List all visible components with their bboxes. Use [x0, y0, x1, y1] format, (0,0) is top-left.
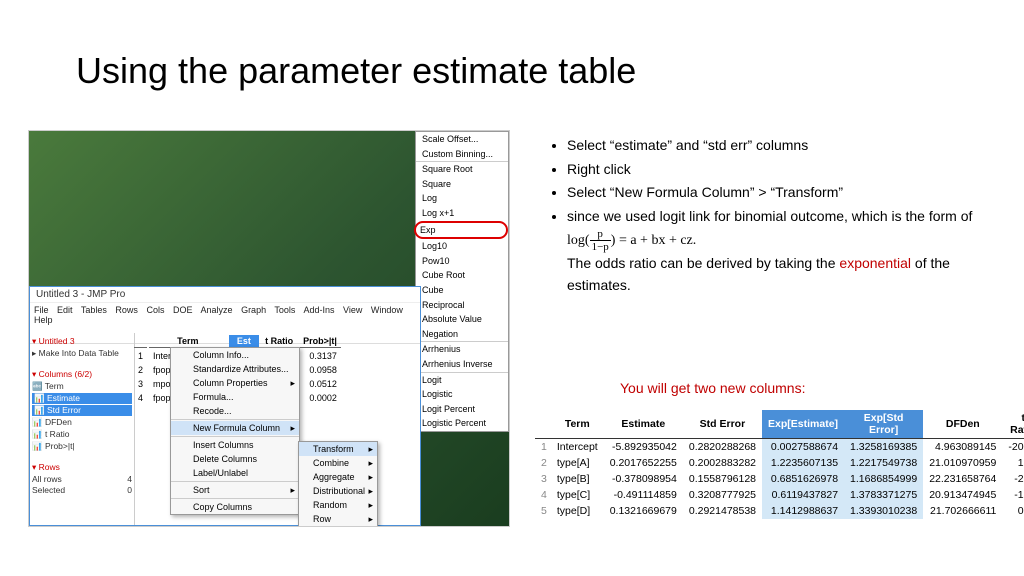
menu-file[interactable]: File [34, 305, 49, 315]
bullet-2: Right click [567, 159, 995, 181]
sub-combine[interactable]: Combine [299, 456, 377, 470]
menu-square[interactable]: Square [416, 177, 508, 192]
formula: log(p1−p) = a + bx + cz. [567, 233, 696, 248]
sub-row[interactable]: Row [299, 512, 377, 526]
col-dfden[interactable]: 📊 DFDen [32, 417, 132, 428]
result-row: 5type[D]0.13216696790.29214785381.141298… [535, 503, 1024, 519]
ctx-column-props[interactable]: Column Properties [171, 376, 299, 390]
menu-help[interactable]: Help [34, 315, 53, 325]
ctx-column-info[interactable]: Column Info... [171, 348, 299, 362]
result-row: 3type[B]-0.3780989540.15587961280.685162… [535, 471, 1024, 487]
exponential-highlight: exponential [839, 255, 911, 271]
ctx-copy-cols[interactable]: Copy Columns [171, 500, 299, 514]
menubar[interactable]: File Edit Tables Rows Cols DOE Analyze G… [30, 303, 420, 327]
col-tratio[interactable]: 📊 t Ratio [32, 429, 132, 440]
ctx-sort[interactable]: Sort [171, 483, 299, 497]
rhdr-term: Term [551, 410, 604, 439]
nfc-submenu[interactable]: Transform Combine Aggregate Distribution… [298, 441, 378, 527]
ctx-insert-cols[interactable]: Insert Columns [171, 438, 299, 452]
rhdr-estimate: Estimate [604, 410, 683, 439]
menu-arrhenius[interactable]: Arrhenius [416, 342, 508, 357]
sub-random[interactable]: Random [299, 498, 377, 512]
ctx-formula[interactable]: Formula... [171, 390, 299, 404]
hdr-blank [134, 335, 147, 348]
sub-aggregate[interactable]: Aggregate [299, 470, 377, 484]
menu-logistic[interactable]: Logistic [416, 387, 508, 402]
menu-logx1[interactable]: Log x+1 [416, 206, 508, 221]
ctx-standardize[interactable]: Standardize Attributes... [171, 362, 299, 376]
menu-cube[interactable]: Cube [416, 283, 508, 298]
menu-logit[interactable]: Logit [416, 373, 508, 388]
col-stderr-selected[interactable]: 📊 Std Error [32, 405, 132, 416]
result-row: 2type[A]0.20176522550.20028832821.223560… [535, 455, 1024, 471]
col-term[interactable]: 🔤 Term [32, 381, 132, 392]
menu-tools[interactable]: Tools [274, 305, 295, 315]
panel-allrows: All rows 4 [32, 474, 132, 484]
rhdr-expest: Exp[Estimate] [762, 410, 844, 439]
hdr-probt: Prob>|t| [299, 335, 341, 348]
menu-tables[interactable]: Tables [81, 305, 107, 315]
panel-untitled[interactable]: ▾ Untitled 3 [32, 336, 132, 347]
rhdr-tratio: t Ratio [1002, 410, 1024, 439]
panel-selected: Selected 0 [32, 485, 132, 495]
menu-reciprocal[interactable]: Reciprocal [416, 298, 508, 313]
menu-view[interactable]: View [343, 305, 362, 315]
bullet-1: Select “estimate” and “std err” columns [567, 135, 995, 157]
result-row: 1Intercept-5.8929350420.28202882680.0027… [535, 439, 1024, 456]
menu-negation[interactable]: Negation [416, 327, 508, 342]
menu-rows[interactable]: Rows [115, 305, 138, 315]
menu-doe[interactable]: DOE [173, 305, 193, 315]
sub-distributional[interactable]: Distributional [299, 484, 377, 498]
ctx-new-formula-column[interactable]: New Formula Column [171, 421, 299, 435]
col-estimate-selected[interactable]: 📊 Estimate [32, 393, 132, 404]
menu-log10[interactable]: Log10 [416, 239, 508, 254]
menu-exp-highlighted[interactable]: Exp [414, 221, 508, 240]
left-panel: ▾ Untitled 3 ▸ Make Into Data Table ▾ Co… [30, 333, 135, 525]
result-table: Term Estimate Std Error Exp[Estimate] Ex… [535, 410, 1024, 519]
jmp-screenshot: Scale Offset... Custom Binning... Square… [28, 130, 510, 527]
col-probt[interactable]: 📊 Prob>|t| [32, 441, 132, 452]
instruction-bullets: Select “estimate” and “std err” columns … [545, 135, 995, 298]
window-title: Untitled 3 - JMP Pro [30, 287, 420, 303]
panel-columns[interactable]: ▾ Columns (6/2) [32, 369, 132, 380]
context-menu[interactable]: Column Info... Standardize Attributes...… [170, 347, 300, 515]
jmp-window: Untitled 3 - JMP Pro File Edit Tables Ro… [29, 286, 421, 526]
ctx-recode[interactable]: Recode... [171, 404, 299, 418]
menu-logit-pct[interactable]: Logit Percent [416, 402, 508, 417]
menu-window[interactable]: Window [371, 305, 403, 315]
result-row: 4type[C]-0.4911148590.32087779250.611943… [535, 487, 1024, 503]
menu-graph[interactable]: Graph [241, 305, 266, 315]
sub-groupby[interactable]: Group By [299, 526, 377, 527]
rhdr-stderr: Std Error [683, 410, 762, 439]
menu-sqrt[interactable]: Square Root [416, 162, 508, 177]
menu-logistic-pct[interactable]: Logistic Percent [416, 416, 508, 431]
menu-abs[interactable]: Absolute Value [416, 312, 508, 327]
menu-log[interactable]: Log [416, 191, 508, 206]
bullet-4: since we used logit link for binomial ou… [567, 206, 995, 296]
menu-pow10[interactable]: Pow10 [416, 254, 508, 269]
bullet-3: Select “New Formula Column” > “Transform… [567, 182, 995, 204]
sub-transform[interactable]: Transform [299, 442, 377, 456]
menu-scale-offset[interactable]: Scale Offset... [416, 132, 508, 147]
slide-title: Using the parameter estimate table [76, 50, 636, 92]
ctx-label[interactable]: Label/Unlabel [171, 466, 299, 480]
menu-custom-binning[interactable]: Custom Binning... [416, 147, 508, 162]
menu-arrhenius-inv[interactable]: Arrhenius Inverse [416, 357, 508, 372]
rhdr-dfden: DFDen [923, 410, 1002, 439]
menu-addins[interactable]: Add-Ins [303, 305, 334, 315]
rhdr-blank [535, 410, 551, 439]
transform-submenu[interactable]: Scale Offset... Custom Binning... Square… [415, 131, 509, 432]
menu-edit[interactable]: Edit [57, 305, 73, 315]
menu-cols[interactable]: Cols [146, 305, 164, 315]
rhdr-expse: Exp[Std Error] [844, 410, 923, 439]
result-caption: You will get two new columns: [620, 380, 805, 396]
panel-make-table[interactable]: ▸ Make Into Data Table [32, 348, 132, 359]
menu-cbrt[interactable]: Cube Root [416, 268, 508, 283]
ctx-delete-cols[interactable]: Delete Columns [171, 452, 299, 466]
menu-analyze[interactable]: Analyze [201, 305, 233, 315]
panel-rows[interactable]: ▾ Rows [32, 462, 132, 473]
